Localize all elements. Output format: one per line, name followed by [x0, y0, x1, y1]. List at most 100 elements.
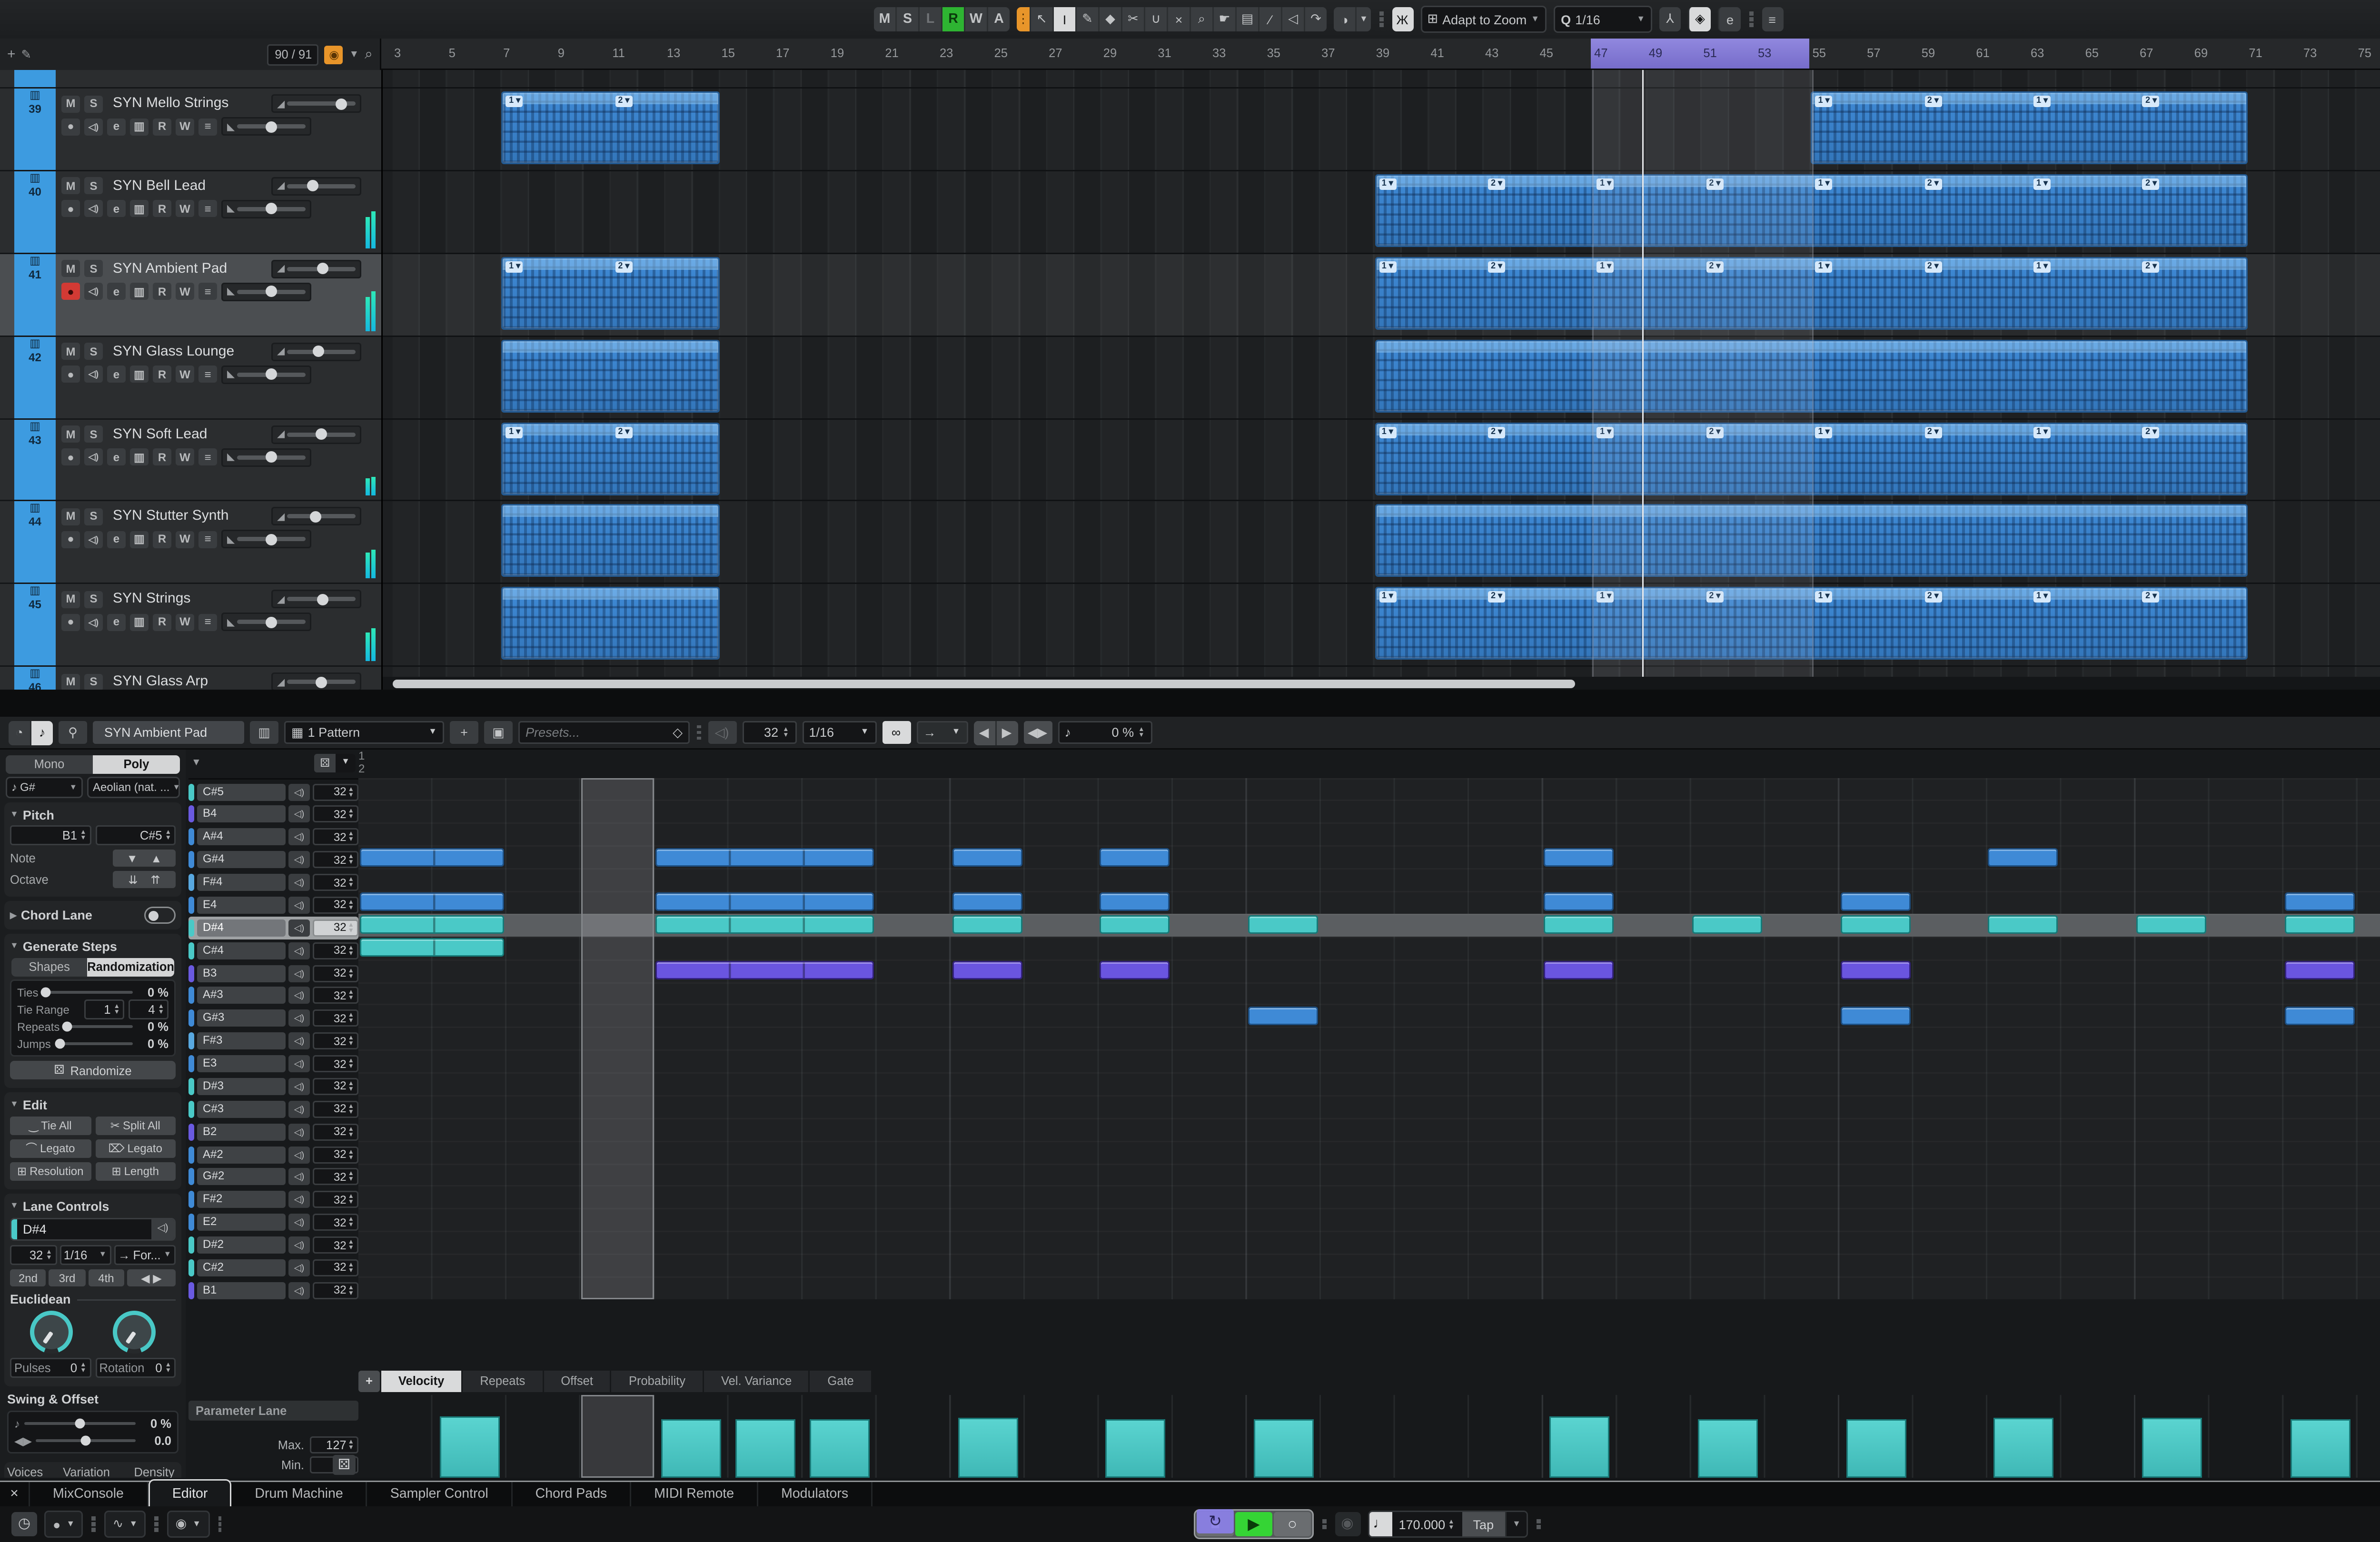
- pattern-tag-chip[interactable]: 1 ▾: [1379, 178, 1396, 190]
- read-automation-button[interactable]: R: [153, 200, 171, 217]
- midi-pattern-clip[interactable]: [502, 504, 720, 577]
- track-name[interactable]: SYN Glass Arp: [113, 674, 267, 690]
- track-row[interactable]: ▥ 43 M S SYN Soft Lead ◢ ● ◁) e ▥ R W ≡ …: [0, 419, 381, 502]
- scale-dropdown[interactable]: Aeolian (nat. ... ▼: [87, 777, 180, 798]
- mute-button[interactable]: M: [61, 343, 80, 360]
- note-lane-row[interactable]: C#5◁)32▲▼: [188, 781, 358, 803]
- velocity-bar[interactable]: [1254, 1419, 1313, 1477]
- tempo-track-button[interactable]: ♩: [1369, 1512, 1392, 1536]
- mirror-button[interactable]: ◀▶: [1023, 721, 1052, 744]
- lane-direction-dropdown[interactable]: →For...▼: [114, 1245, 176, 1265]
- lane-step-count[interactable]: 32▲▼: [313, 1010, 358, 1027]
- pattern-tag-chip[interactable]: 1 ▾: [2033, 592, 2051, 603]
- velocity-bar[interactable]: [662, 1419, 721, 1477]
- instrument-icon[interactable]: ▥: [130, 531, 149, 548]
- pattern-selector[interactable]: ▦ 1 Pattern ▼: [284, 721, 444, 744]
- pan-slider[interactable]: ◣: [221, 448, 311, 466]
- keyboard-icon[interactable]: ▥: [250, 721, 278, 744]
- instrument-icon[interactable]: ▥: [130, 283, 149, 300]
- monitor-button[interactable]: ◁): [84, 531, 103, 548]
- project-playhead[interactable]: [1642, 70, 1644, 690]
- every-4th-button[interactable]: 4th: [88, 1269, 124, 1286]
- track-row[interactable]: ▥ 40 M S SYN Bell Lead ◢ ● ◁) e ▥ R W ≡ …: [0, 171, 381, 254]
- velocity-bar[interactable]: [1994, 1418, 2053, 1477]
- pattern-tag-chip[interactable]: 2 ▾: [1924, 96, 1942, 107]
- timeline-ruler[interactable]: 3579111315171921232527293133353739414345…: [381, 39, 2380, 70]
- lane-pitch-label[interactable]: B4: [197, 806, 286, 823]
- collapse-triangle-icon[interactable]: ▶: [10, 910, 17, 920]
- lane-pitch-label[interactable]: C#2: [197, 1259, 286, 1276]
- pattern-tag-chip[interactable]: 1 ▾: [506, 96, 523, 107]
- midi-pattern-clip[interactable]: 1 ▾2 ▾: [502, 91, 720, 164]
- tap-tempo-button[interactable]: Tap: [1462, 1512, 1506, 1536]
- arrange-track-lane[interactable]: 1 ▾2 ▾1 ▾2 ▾1 ▾2 ▾1 ▾2 ▾1 ▾2 ▾: [383, 419, 2380, 502]
- generate-mode-tabs[interactable]: Shapes Randomization: [11, 958, 174, 977]
- lane-speaker-button[interactable]: ◁): [288, 897, 310, 914]
- mute-button[interactable]: M: [61, 425, 80, 443]
- mute-button[interactable]: M: [61, 260, 80, 277]
- pattern-tag-chip[interactable]: 1 ▾: [1379, 261, 1396, 272]
- pitch-high-stepper[interactable]: C#5▲▼: [95, 825, 176, 845]
- solo-button[interactable]: S: [84, 508, 103, 525]
- param-tab-gate[interactable]: Gate: [810, 1370, 871, 1392]
- lane-step-count[interactable]: 32▲▼: [313, 1100, 358, 1117]
- pattern-tag-chip[interactable]: 2 ▾: [1488, 261, 1505, 272]
- every-2nd-button[interactable]: 2nd: [10, 1269, 46, 1286]
- note-step[interactable]: [1988, 916, 2058, 934]
- transport-menu-dots[interactable]: [1322, 1520, 1326, 1529]
- edit-channel-button[interactable]: e: [107, 614, 126, 631]
- pattern-tag-chip[interactable]: 1 ▾: [1815, 592, 1833, 603]
- note-step[interactable]: [1988, 848, 2058, 866]
- record-mode-dropdown[interactable]: ●▼: [44, 1511, 83, 1538]
- note-lane-row[interactable]: B1◁)32▲▼: [188, 1279, 358, 1302]
- tab-midi-remote[interactable]: MIDI Remote: [631, 1482, 758, 1508]
- pattern-length-stepper[interactable]: 32 ▲▼: [742, 721, 796, 744]
- lane-step-count[interactable]: 32▲▼: [313, 806, 358, 823]
- lane-speaker-button[interactable]: ◁): [288, 1078, 310, 1095]
- lane-speaker-button[interactable]: ◁): [288, 851, 310, 868]
- mute-button[interactable]: M: [61, 178, 80, 195]
- zoom-tool[interactable]: ⌕: [1190, 7, 1212, 31]
- lane-pitch-label[interactable]: D#2: [197, 1236, 286, 1254]
- read-automation-button[interactable]: R: [153, 448, 171, 465]
- lane-pitch-label[interactable]: B1: [197, 1282, 286, 1299]
- shapes-tab[interactable]: Shapes: [11, 958, 87, 977]
- object-selection-tool[interactable]: ↖: [1030, 7, 1052, 31]
- lane-pitch-label[interactable]: E4: [197, 897, 286, 914]
- stepper-arrows-icon[interactable]: ▲▼: [783, 727, 789, 738]
- instrument-icon[interactable]: ▥: [130, 118, 149, 135]
- note-lane-row[interactable]: G#2◁)32▲▼: [188, 1166, 358, 1188]
- note-step[interactable]: [1840, 961, 1910, 979]
- record-enable-button[interactable]: ●: [61, 366, 80, 383]
- grid-lane-row[interactable]: [358, 1254, 2380, 1276]
- note-step[interactable]: [1248, 916, 1318, 934]
- read-automation-button[interactable]: R: [153, 366, 171, 383]
- track-row[interactable]: ▥ 42 M S SYN Glass Lounge ◢ ● ◁) e ▥ R W…: [0, 336, 381, 419]
- lane-step-count[interactable]: 32▲▼: [313, 1236, 358, 1254]
- monitor-button[interactable]: ◁): [84, 448, 103, 465]
- automation-button-l[interactable]: L: [918, 7, 941, 31]
- lane-grid-dropdown[interactable]: 1/16▼: [60, 1245, 111, 1265]
- play-button[interactable]: ▶: [1235, 1512, 1272, 1536]
- monitor-button[interactable]: ◁): [84, 366, 103, 383]
- note-lane-row[interactable]: F#4◁)32▲▼: [188, 871, 358, 894]
- pattern-tag-chip[interactable]: 1 ▾: [1815, 96, 1833, 107]
- edit-channel-button[interactable]: e: [107, 448, 126, 465]
- lane-pitch-label[interactable]: C#3: [197, 1100, 286, 1117]
- midi-pattern-clip[interactable]: 1 ▾2 ▾: [502, 257, 720, 329]
- lane-pitch-label[interactable]: F#3: [197, 1032, 286, 1049]
- tab-chord-pads[interactable]: Chord Pads: [513, 1482, 632, 1508]
- monitor-button[interactable]: ◁): [84, 118, 103, 135]
- lane-step-count[interactable]: 32▲▼: [313, 1168, 358, 1186]
- lane-step-count[interactable]: 32▲▼: [313, 1055, 358, 1072]
- length-button[interactable]: ⊞Length: [95, 1162, 176, 1181]
- erase-tool[interactable]: ◆: [1098, 7, 1121, 31]
- lane-pitch-label[interactable]: G#3: [197, 1010, 286, 1027]
- lane-pitch-label[interactable]: C#4: [197, 942, 286, 959]
- grid-lane-row[interactable]: [358, 1117, 2380, 1140]
- link-length-button[interactable]: ∞: [882, 721, 911, 744]
- track-name[interactable]: SYN Strings: [113, 592, 267, 607]
- write-automation-button[interactable]: W: [176, 118, 194, 135]
- note-step[interactable]: [1840, 916, 1910, 934]
- mute-button[interactable]: M: [61, 673, 80, 690]
